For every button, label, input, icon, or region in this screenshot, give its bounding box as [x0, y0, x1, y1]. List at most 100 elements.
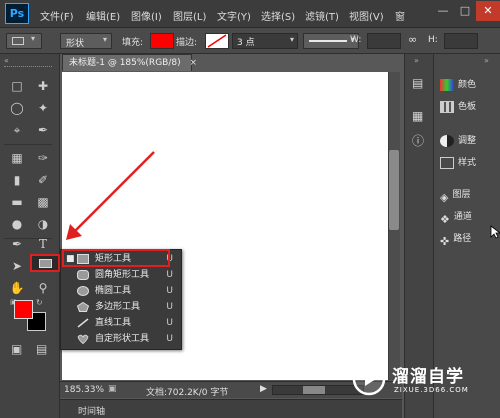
menu-type[interactable]: 文字(Y) — [217, 8, 251, 23]
document-info: 文档:702.2K/0 字节 — [146, 388, 229, 398]
type-tool-icon[interactable]: T — [32, 234, 54, 254]
hand-tool-icon[interactable]: ✋ — [6, 278, 28, 298]
quick-mask-icon[interactable]: ▣ — [11, 342, 22, 356]
link-icon[interactable]: ∞ — [408, 33, 417, 46]
panel-grip[interactable] — [4, 66, 52, 69]
menu-bar: Ps 文件(F) 编辑(E) 图像(I) 图层(L) 文字(Y) 选择(S) 滤… — [0, 0, 500, 28]
collapse-icon[interactable]: » — [484, 56, 489, 65]
highlight-box — [62, 249, 170, 267]
menu-select[interactable]: 选择(S) — [261, 8, 295, 23]
chevron-down-icon: ▾ — [289, 35, 294, 44]
expand-icon[interactable]: » — [414, 56, 419, 65]
menu-layer[interactable]: 图层(L) — [173, 8, 206, 23]
panel-adjustments[interactable]: 调整 — [440, 132, 476, 150]
rectangle-icon — [12, 37, 24, 45]
scrollbar-thumb[interactable] — [303, 386, 325, 394]
menu-edit[interactable]: 编辑(E) — [86, 8, 120, 23]
menu-file[interactable]: 文件(F) — [40, 8, 74, 23]
eyedropper-tool-icon[interactable]: ✒ — [32, 120, 54, 140]
rounded-rectangle-icon — [77, 270, 89, 280]
info-icon[interactable]: ⓘ — [412, 132, 424, 149]
shape-mode-value: 形状 — [66, 39, 85, 49]
panel-color[interactable]: 颜色 — [440, 76, 476, 94]
gradient-tool-icon[interactable]: ▩ — [32, 192, 54, 212]
rectangle-icon — [39, 259, 52, 268]
flyout-item-polygon[interactable]: 多边形工具 U — [61, 299, 181, 315]
stroke-color-swatch[interactable] — [205, 33, 229, 49]
foreground-color-swatch[interactable] — [14, 300, 33, 319]
document-tab-title: 未标题-1 @ 185%(RGB/8) — [69, 58, 181, 68]
history-brush-icon[interactable]: ✐ — [32, 170, 54, 190]
options-bar: ▾ 形状 ▾ 填充: 描边: 3 点 ▾ ▾ W: ∞ H: — [0, 28, 500, 54]
rectangle-tool-button[interactable] — [30, 254, 60, 272]
chevron-right-icon[interactable]: ▶ — [260, 384, 267, 394]
maximize-icon[interactable]: □ — [454, 1, 476, 21]
styles-icon — [440, 156, 454, 169]
scrollbar-thumb[interactable] — [389, 150, 399, 230]
zoom-level[interactable]: 185.33% — [64, 385, 104, 395]
lasso-tool-icon[interactable]: ◯ — [6, 98, 28, 118]
watermark-logo — [352, 362, 386, 396]
panel-layers[interactable]: ◈ 图层 — [440, 186, 470, 204]
eraser-tool-icon[interactable]: ▬ — [6, 192, 28, 212]
panel-styles[interactable]: 样式 — [440, 154, 476, 172]
stroke-width-value: 3 点 — [237, 38, 255, 48]
quick-select-tool-icon[interactable]: ✦ — [32, 98, 54, 118]
status-info-icon[interactable]: ▣ — [108, 384, 117, 394]
watermark-title: 溜溜自学 — [392, 367, 464, 387]
shape-mode-select[interactable]: 形状 ▾ — [60, 33, 112, 49]
pen-tool-icon[interactable]: ✒ — [6, 234, 28, 254]
menu-window[interactable]: 窗 — [395, 8, 405, 23]
fill-color-swatch[interactable] — [150, 33, 174, 49]
ellipse-icon — [77, 286, 89, 296]
close-icon[interactable]: × — [189, 58, 197, 68]
move-tool-icon[interactable]: ✚ — [32, 76, 54, 96]
history-icon[interactable]: ▤ — [412, 76, 423, 90]
photoshop-logo: Ps — [5, 3, 29, 24]
height-label: H: — [428, 35, 438, 45]
line-icon — [77, 318, 89, 328]
marquee-tool-icon[interactable]: □ — [6, 76, 28, 96]
menu-filter[interactable]: 滤镜(T) — [305, 8, 339, 23]
close-icon[interactable]: ✕ — [476, 1, 500, 21]
menu-view[interactable]: 视图(V) — [349, 8, 384, 23]
swatches-icon — [440, 100, 454, 113]
divider — [4, 144, 52, 145]
timeline-label[interactable]: 时间轴 — [78, 404, 105, 417]
flyout-item-rounded-rectangle[interactable]: 圆角矩形工具 U — [61, 267, 181, 283]
annotation-arrow — [66, 151, 155, 240]
solid-line-icon — [309, 40, 347, 42]
adjustments-icon — [440, 134, 454, 147]
blur-tool-icon[interactable]: ● — [6, 214, 28, 234]
panel-channels[interactable]: ❖ 通道 — [440, 208, 472, 226]
stroke-label: 描边: — [176, 38, 198, 48]
channels-icon: ❖ — [440, 212, 450, 226]
no-color-icon — [207, 34, 227, 48]
panel-paths[interactable]: ✜ 路径 — [440, 230, 471, 248]
flyout-item-line[interactable]: 直线工具 U — [61, 315, 181, 331]
width-field[interactable] — [367, 33, 401, 49]
healing-brush-icon[interactable]: ▦ — [6, 148, 28, 168]
height-field[interactable] — [444, 33, 478, 49]
flyout-item-ellipse[interactable]: 椭圆工具 U — [61, 283, 181, 299]
flyout-item-custom-shape[interactable]: 自定形状工具 U — [61, 331, 181, 347]
properties-icon[interactable]: ▦ — [412, 109, 423, 123]
screen-mode-icon[interactable]: ▤ — [36, 342, 47, 356]
dodge-tool-icon[interactable]: ◑ — [32, 214, 54, 234]
clone-stamp-icon[interactable]: ▮ — [6, 170, 28, 190]
brush-tool-icon[interactable]: ✑ — [32, 148, 54, 168]
collapse-icon[interactable]: « — [4, 56, 9, 65]
path-selection-icon[interactable]: ➤ — [6, 256, 28, 276]
watermark: 溜溜自学 ZIXUE.3D66.COM — [350, 356, 500, 406]
stroke-width-field[interactable]: 3 点 ▾ — [232, 33, 298, 49]
swap-colors-icon[interactable]: ↻ — [36, 298, 43, 307]
crop-tool-icon[interactable]: ⌖ — [6, 120, 28, 140]
document-tab[interactable]: 未标题-1 @ 185%(RGB/8) × — [62, 54, 197, 71]
menu-image[interactable]: 图像(I) — [131, 8, 162, 23]
custom-shape-icon — [77, 334, 89, 344]
panel-swatches[interactable]: 色板 — [440, 98, 476, 116]
minimize-icon[interactable]: — — [432, 1, 454, 21]
zoom-tool-icon[interactable]: ⚲ — [32, 278, 54, 298]
palette-icon — [440, 78, 454, 91]
tool-preset-picker[interactable]: ▾ — [6, 33, 42, 49]
